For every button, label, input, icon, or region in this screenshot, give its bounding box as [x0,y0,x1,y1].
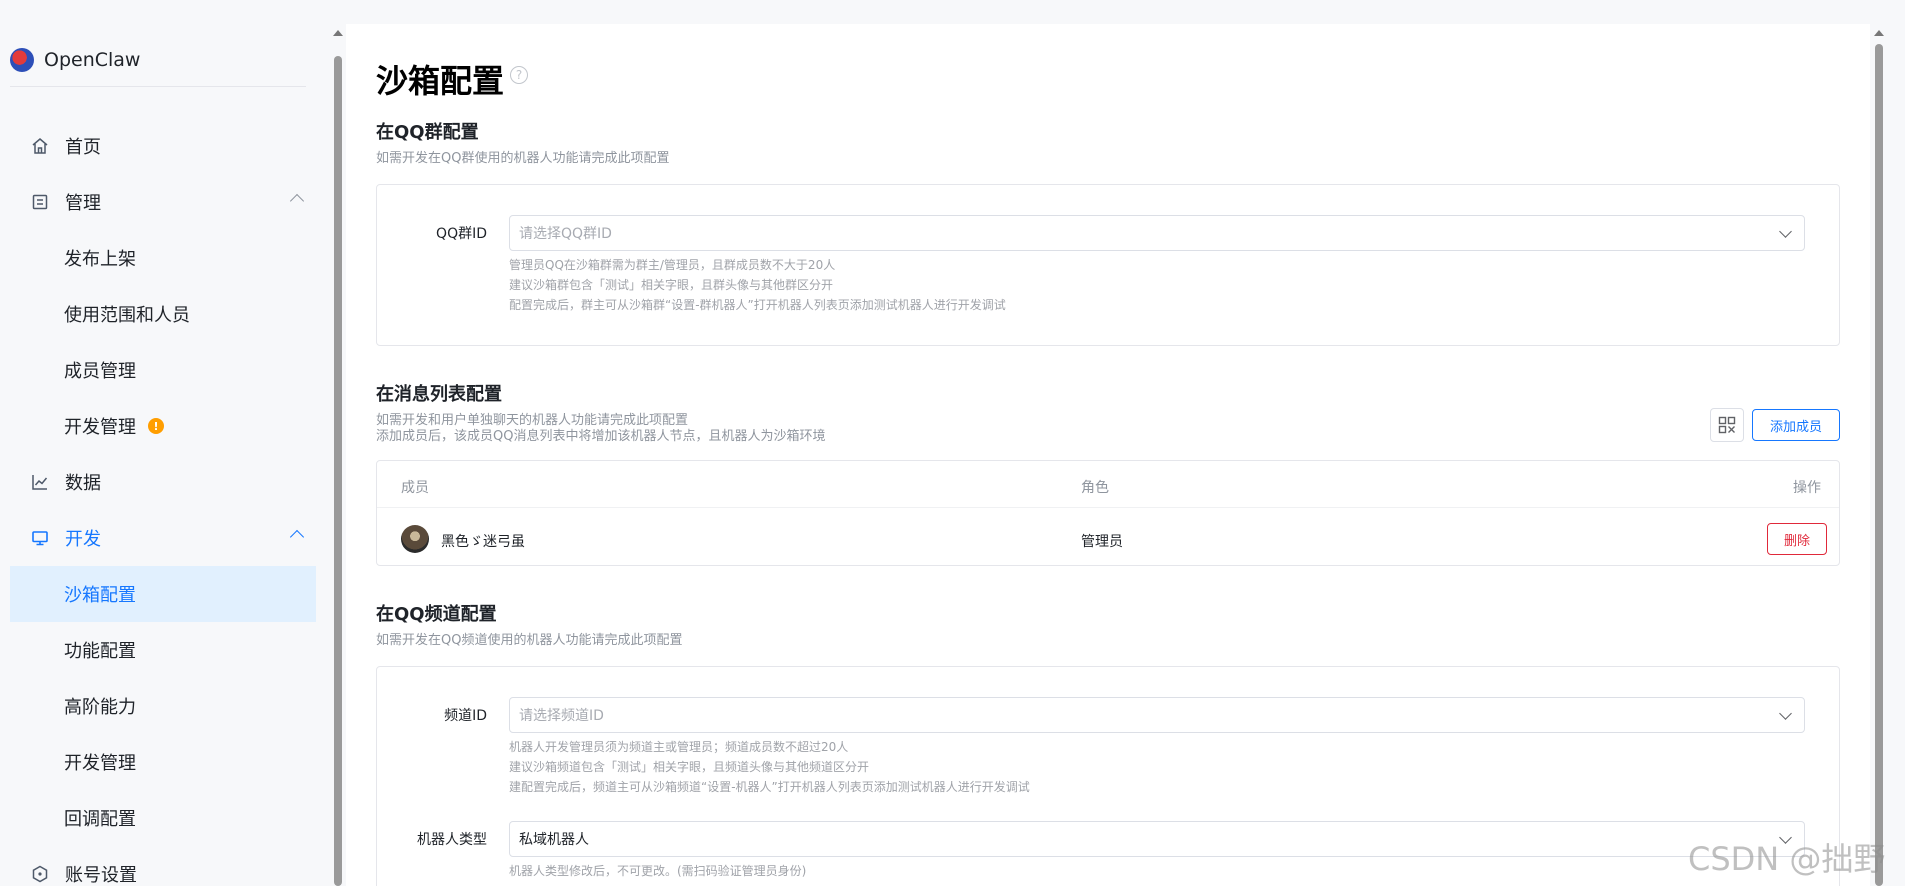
app-window: OpenClaw 首页 管理 发布上架 使用范围和人员 成员管理 开发管理 ! … [0,0,1905,886]
brand-name: OpenClaw [44,49,141,71]
section-title-qq-group: 在QQ群配置 [376,122,479,143]
qrcode-icon [1718,416,1736,434]
bot-type-hint: 机器人类型修改后，不可更改。(需扫码验证管理员身份) [509,864,807,878]
section-desc-channel: 如需开发在QQ频道使用的机器人功能请完成此项配置 [376,633,683,648]
select-placeholder: 请选择QQ群ID [519,226,612,242]
sidebar-item-label: 开发管理 [64,417,136,438]
qrcode-button[interactable] [1710,408,1744,442]
qq-group-hint-1: 管理员QQ在沙箱群需为群主/管理员，且群成员数不大于20人 [509,258,836,272]
bot-type-label: 机器人类型 [417,832,487,848]
column-header-member: 成员 [401,480,429,496]
sidebar-nav: 首页 管理 发布上架 使用范围和人员 成员管理 开发管理 ! 数据 开发 沙箱配… [10,118,316,886]
main-scrollbar[interactable] [1873,24,1885,886]
sidebar-item-home[interactable]: 首页 [10,118,316,174]
sidebar-item-label: 首页 [65,137,101,158]
sidebar-subitem-dev-manage-2[interactable]: 开发管理 [10,734,316,790]
document-icon [29,191,51,213]
section-title-message-list: 在消息列表配置 [376,384,502,405]
member-role: 管理员 [1081,534,1123,550]
sidebar-scrollbar[interactable] [332,24,343,886]
column-header-role: 角色 [1081,480,1109,496]
scrollbar-thumb[interactable] [334,56,342,886]
sidebar-subitem-dev-manage[interactable]: 开发管理 ! [10,398,316,454]
channel-id-label: 频道ID [444,708,487,724]
select-value: 私域机器人 [519,832,589,848]
members-table: 成员 角色 操作 黑色ゞ迷弓虽 管理员 删除 [376,460,1840,566]
sidebar-item-account[interactable]: 账号设置 [10,846,316,886]
channel-card: 频道ID 请选择频道ID 机器人开发管理员须为频道主或管理员；频道成员数不超过2… [376,666,1840,886]
qq-group-id-label: QQ群ID [436,226,487,242]
delete-member-button[interactable]: 删除 [1767,523,1827,555]
sidebar: OpenClaw 首页 管理 发布上架 使用范围和人员 成员管理 开发管理 ! … [0,0,326,886]
chart-icon [29,471,51,493]
page-title: 沙箱配置 [376,62,505,100]
home-icon [29,135,51,157]
qq-group-card: QQ群ID 请选择QQ群ID 管理员QQ在沙箱群需为群主/管理员，且群成员数不大… [376,184,1840,346]
sidebar-item-label: 管理 [65,193,101,214]
monitor-icon [29,527,51,549]
channel-hint-2: 建议沙箱频道包含「测试」相关字眼，且频道头像与其他频道区分开 [509,760,870,774]
sidebar-subitem-publish[interactable]: 发布上架 [10,230,316,286]
qq-group-hint-3: 配置完成后，群主可从沙箱群“设置-群机器人”打开机器人列表页添加测试机器人进行开… [509,298,1006,312]
sidebar-subitem-sandbox[interactable]: 沙箱配置 [10,566,316,622]
sidebar-subitem-scope[interactable]: 使用范围和人员 [10,286,316,342]
openclaw-logo-icon [10,48,34,72]
chevron-down-icon [1779,225,1792,238]
scroll-up-arrow-icon[interactable] [333,30,343,36]
channel-id-select[interactable]: 请选择频道ID [509,697,1805,733]
add-member-button[interactable]: 添加成员 [1752,409,1840,441]
sidebar-item-develop[interactable]: 开发 [10,510,316,566]
select-placeholder: 请选择频道ID [519,708,604,724]
sidebar-subitem-features[interactable]: 功能配置 [10,622,316,678]
sidebar-item-data[interactable]: 数据 [10,454,316,510]
main-content: 沙箱配置 ? 在QQ群配置 如需开发在QQ群使用的机器人功能请完成此项配置 QQ… [346,24,1870,886]
qq-group-hint-2: 建议沙箱群包含「测试」相关字眼，且群头像与其他群区分开 [509,278,834,292]
scroll-up-arrow-icon[interactable] [1874,30,1884,36]
sidebar-item-manage[interactable]: 管理 [10,174,316,230]
section-title-channel: 在QQ频道配置 [376,604,497,625]
question-circle-icon[interactable]: ? [510,66,528,84]
watermark: CSDN @拙野 [1688,840,1886,878]
settings-hexagon-icon [29,863,51,885]
sidebar-item-label: 账号设置 [65,865,137,886]
warning-badge-icon: ! [148,418,164,434]
avatar [401,525,429,553]
chevron-down-icon [1779,707,1792,720]
divider [10,86,306,87]
chevron-up-icon [289,529,305,545]
sidebar-subitem-members[interactable]: 成员管理 [10,342,316,398]
member-name: 黑色ゞ迷弓虽 [441,534,525,550]
column-header-action: 操作 [1793,480,1821,496]
scrollbar-thumb[interactable] [1875,44,1883,886]
divider [377,507,1839,508]
sidebar-item-label: 数据 [65,473,101,494]
sidebar-item-label: 开发 [65,529,101,550]
sidebar-subitem-advanced[interactable]: 高阶能力 [10,678,316,734]
bot-type-select[interactable]: 私域机器人 [509,821,1805,857]
channel-hint-1: 机器人开发管理员须为频道主或管理员；频道成员数不超过20人 [509,740,849,754]
qq-group-id-select[interactable]: 请选择QQ群ID [509,215,1805,251]
chevron-up-icon [289,193,305,209]
brand[interactable]: OpenClaw [10,48,140,72]
section-desc-message-list-2: 添加成员后，该成员QQ消息列表中将增加该机器人节点，且机器人为沙箱环境 [376,429,826,444]
channel-hint-3: 建配置完成后，频道主可从沙箱频道“设置-机器人”打开机器人列表页添加测试机器人进… [509,780,1030,794]
section-desc-qq-group: 如需开发在QQ群使用的机器人功能请完成此项配置 [376,151,670,166]
sidebar-subitem-callback[interactable]: 回调配置 [10,790,316,846]
